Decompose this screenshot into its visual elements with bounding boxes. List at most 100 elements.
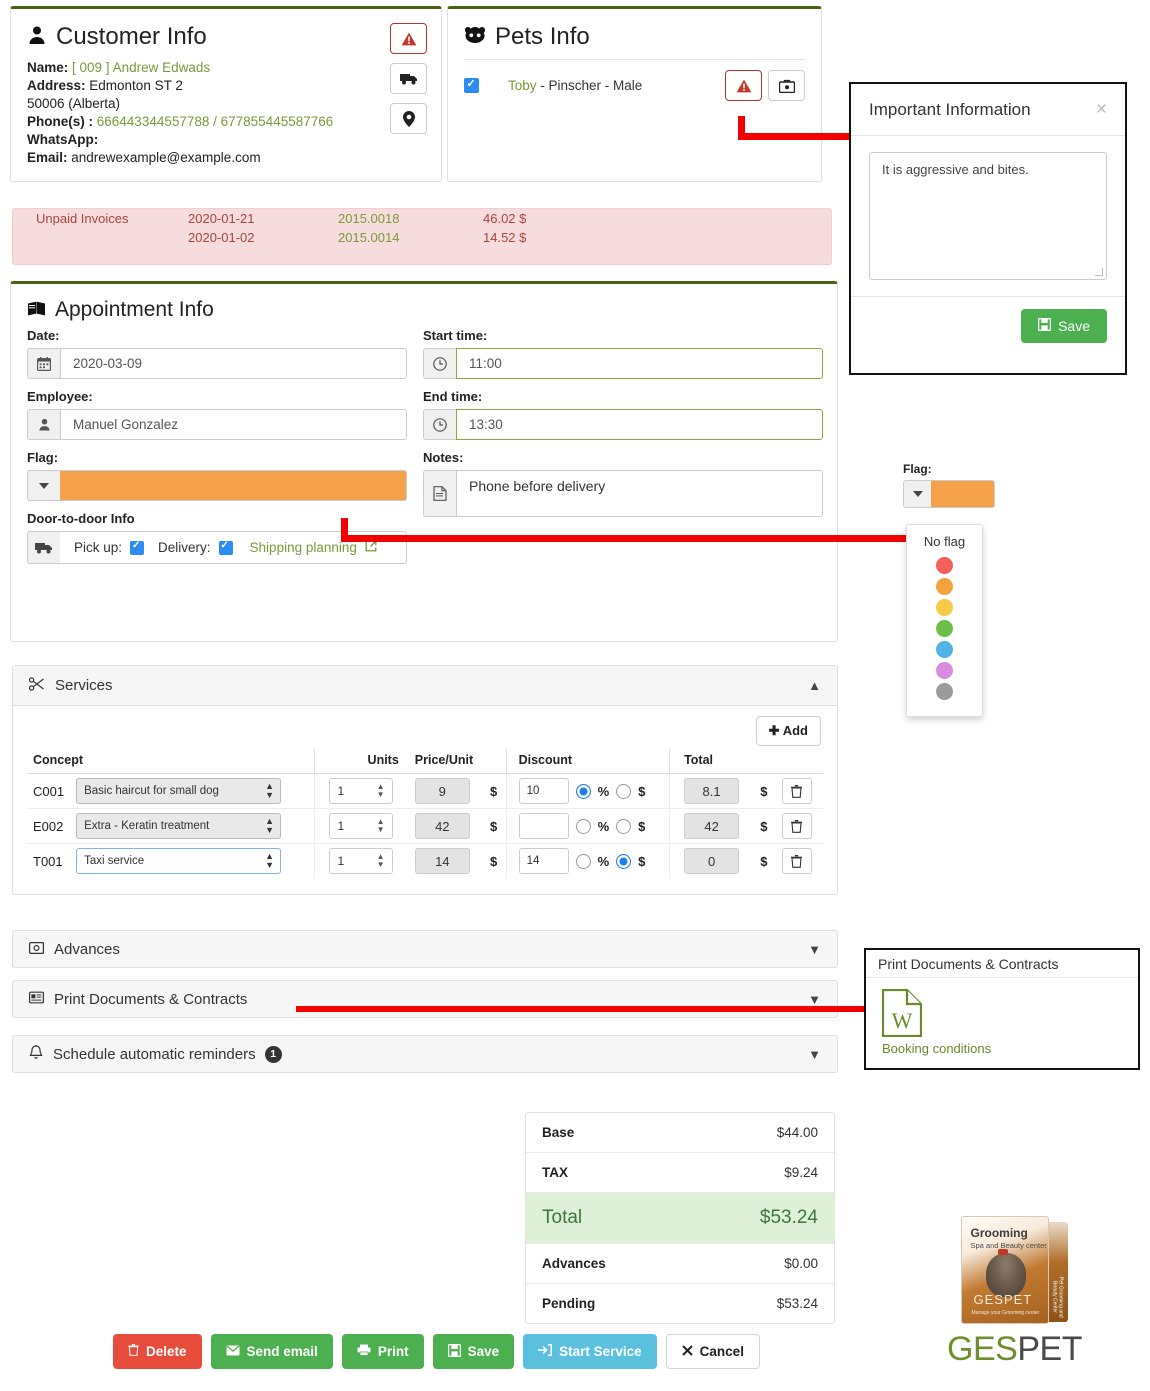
service-concept-value: Basic haircut for small dog xyxy=(84,785,219,797)
trash-icon xyxy=(791,854,803,868)
totals-panel: Base $44.00 TAX $9.24 Total $53.24 Advan… xyxy=(525,1112,835,1324)
service-units-input[interactable]: 1 ▲ ▼ xyxy=(328,813,393,839)
employee-input[interactable]: Manuel Gonzalez xyxy=(60,409,407,440)
service-discount-percent-radio[interactable] xyxy=(575,853,591,869)
service-discount-input[interactable]: 14 xyxy=(518,848,569,874)
chevron-down-icon[interactable] xyxy=(27,470,60,501)
word-document-icon[interactable]: W xyxy=(881,988,923,1038)
service-price-value[interactable]: 9 xyxy=(414,778,470,804)
start-service-button[interactable]: Start Service xyxy=(523,1334,657,1369)
add-service-button[interactable]: ✚ Add xyxy=(755,716,821,746)
cancel-button[interactable]: Cancel xyxy=(665,1334,760,1369)
trash-icon xyxy=(791,784,803,798)
notes-textarea[interactable]: Phone before delivery xyxy=(456,470,823,517)
unpaid-invoice-number[interactable]: 2015.0014 xyxy=(338,228,483,247)
service-discount-percent-radio[interactable] xyxy=(575,818,591,834)
customer-location-button[interactable] xyxy=(390,103,427,134)
service-discount-amount-radio[interactable] xyxy=(616,853,632,869)
service-units-input[interactable]: 1 ▲ ▼ xyxy=(328,778,393,804)
service-price-value[interactable]: 42 xyxy=(414,813,470,839)
chevron-down-icon[interactable]: ▼ xyxy=(808,1047,821,1062)
truck-icon xyxy=(27,531,60,564)
delete-service-button[interactable] xyxy=(781,778,812,804)
clock-icon xyxy=(423,409,456,440)
date-input[interactable]: 2020-03-09 xyxy=(60,348,407,379)
spinner-icon[interactable]: ▲ ▼ xyxy=(377,783,385,799)
chevron-down-icon[interactable]: ▼ xyxy=(808,992,821,1007)
delete-service-button[interactable] xyxy=(781,813,812,839)
service-price-value[interactable]: 14 xyxy=(414,848,470,874)
unpaid-invoice-number[interactable]: 2015.0018 xyxy=(338,209,483,228)
flag-option-grey[interactable] xyxy=(936,683,953,700)
services-accordion-header[interactable]: Services ▲ xyxy=(13,666,837,706)
flag-option-yellow[interactable] xyxy=(936,599,953,616)
flag-option-orange[interactable] xyxy=(936,578,953,595)
service-discount-input[interactable] xyxy=(518,813,569,839)
spinner-icon[interactable]: ▲ ▼ xyxy=(377,818,385,834)
service-discount-amount-radio[interactable] xyxy=(616,783,632,799)
customer-email-label: Email: xyxy=(27,150,68,165)
chevron-up-icon[interactable]: ▲ xyxy=(808,678,821,693)
flag-callout-color-bar[interactable] xyxy=(931,480,995,508)
pet-select-checkbox[interactable] xyxy=(464,77,479,93)
flag-option-blue[interactable] xyxy=(936,641,953,658)
service-code: T001 xyxy=(33,853,63,869)
flag-option-no-flag[interactable]: No flag xyxy=(907,534,982,549)
service-discount-amount-radio[interactable] xyxy=(616,818,632,834)
customer-phones-value[interactable]: 666443344557788 / 677855445587766 xyxy=(97,114,334,129)
print-documents-callout: Print Documents & Contracts W Booking co… xyxy=(864,948,1140,1070)
customer-truck-button[interactable] xyxy=(390,63,427,94)
important-information-textarea[interactable]: It is aggressive and bites. xyxy=(869,152,1107,280)
service-discount-percent-radio[interactable] xyxy=(575,783,591,799)
services-title: Services xyxy=(55,677,113,694)
service-concept-select[interactable]: Extra - Keratin treatment ▲ ▼ xyxy=(76,813,282,839)
flag-callout-input[interactable] xyxy=(903,480,995,508)
shipping-planning-link[interactable]: Shipping planning xyxy=(250,540,357,555)
service-discount-input[interactable]: 10 xyxy=(518,778,569,804)
totals-base-value: $44.00 xyxy=(684,1113,834,1153)
service-total-currency: $ xyxy=(760,853,768,869)
totals-tax-value: $9.24 xyxy=(684,1152,834,1193)
service-concept-select[interactable]: Taxi service ▲ ▼ xyxy=(76,848,282,874)
appointment-right-column: Start time: 11:00 End time: 13:30 Notes:… xyxy=(423,328,823,517)
save-button[interactable]: Save xyxy=(432,1334,515,1369)
external-link-icon[interactable] xyxy=(365,540,377,555)
booking-conditions-label[interactable]: Booking conditions xyxy=(882,1041,1122,1056)
start-time-input[interactable]: 11:00 xyxy=(456,348,823,379)
chevron-down-icon[interactable]: ▼ xyxy=(808,942,821,957)
employee-label: Employee: xyxy=(27,389,93,404)
delete-button[interactable]: Delete xyxy=(113,1334,202,1369)
warning-triangle-icon xyxy=(401,32,416,45)
pet-health-record-button[interactable] xyxy=(768,70,805,101)
flag-field-group[interactable] xyxy=(27,470,407,501)
spinner-icon[interactable]: ▲ ▼ xyxy=(377,853,385,869)
customer-alert-button[interactable] xyxy=(390,23,427,54)
delete-service-button[interactable] xyxy=(781,848,812,874)
box-brand: GESPET xyxy=(973,1292,1033,1307)
customer-name-value[interactable]: [ 009 ] Andrew Edwads xyxy=(72,60,210,75)
end-time-input[interactable]: 13:30 xyxy=(456,409,823,440)
pet-name-label: Toby - Pinscher - Male xyxy=(508,78,642,93)
amount-symbol: $ xyxy=(638,818,646,834)
flag-color-bar[interactable] xyxy=(60,470,407,501)
send-email-button[interactable]: Send email xyxy=(210,1334,333,1369)
important-information-save-button[interactable]: Save xyxy=(1021,309,1107,343)
pet-alert-button[interactable] xyxy=(725,70,762,101)
service-concept-select[interactable]: Basic haircut for small dog ▲ ▼ xyxy=(76,778,282,804)
accordion-print-documents[interactable]: Print Documents & Contracts ▼ xyxy=(12,980,838,1018)
print-button[interactable]: Print xyxy=(341,1334,424,1369)
close-icon[interactable]: × xyxy=(1096,99,1107,121)
table-row: C001 Basic haircut for small dog ▲ ▼ 1 ▲ ▼ xyxy=(27,773,823,809)
unpaid-invoice-date: 2020-01-02 xyxy=(188,230,255,245)
flag-option-green[interactable] xyxy=(936,620,953,637)
delivery-checkbox[interactable] xyxy=(218,540,233,555)
flag-option-purple[interactable] xyxy=(936,662,953,679)
flag-dropdown-callout: Flag: No flag xyxy=(903,462,995,717)
chevron-down-icon[interactable] xyxy=(903,480,931,508)
accordion-advances[interactable]: Advances ▼ xyxy=(12,930,838,968)
pickup-checkbox[interactable] xyxy=(130,540,145,555)
accordion-schedule-reminders[interactable]: Schedule automatic reminders 1 ▼ xyxy=(12,1035,838,1073)
flag-option-red[interactable] xyxy=(936,557,953,574)
totals-table: Base $44.00 TAX $9.24 Total $53.24 Advan… xyxy=(526,1113,834,1323)
service-units-input[interactable]: 1 ▲ ▼ xyxy=(328,848,393,874)
